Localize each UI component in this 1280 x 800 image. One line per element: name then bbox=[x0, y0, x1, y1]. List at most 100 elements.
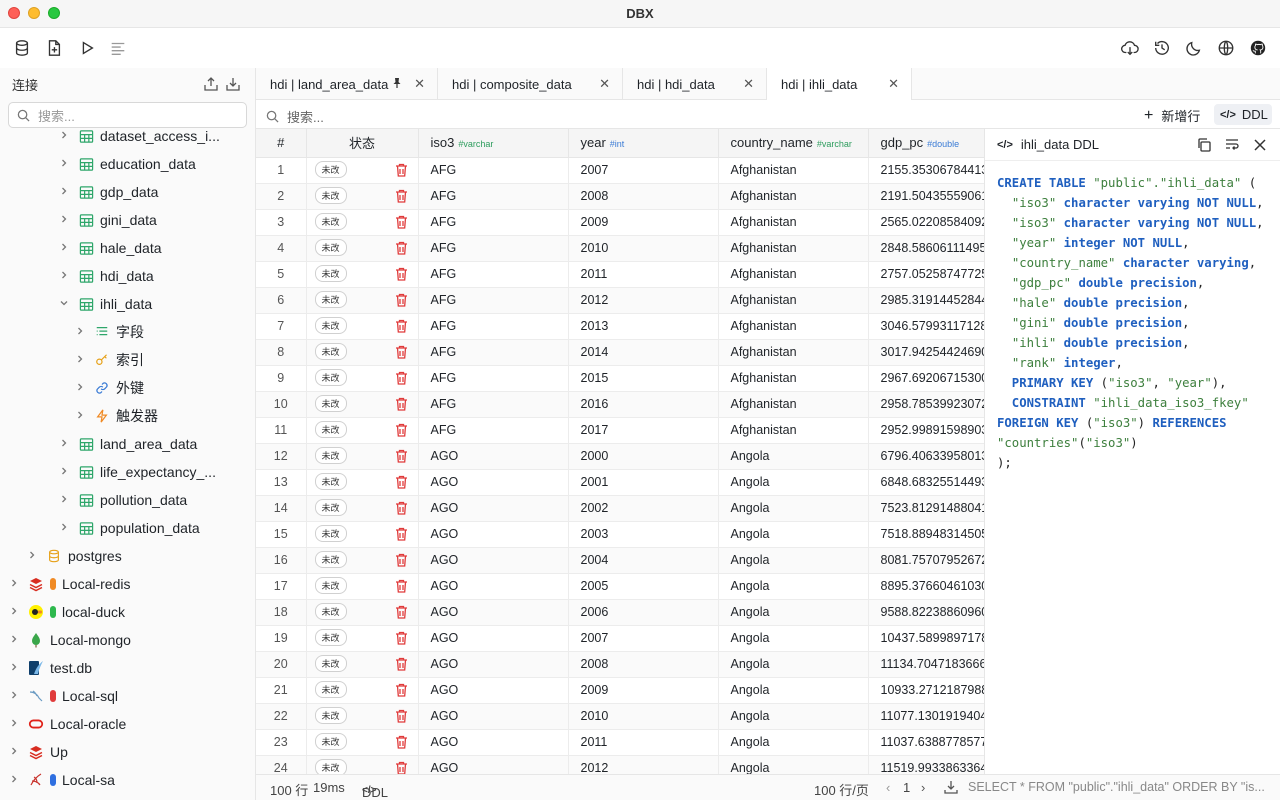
delete-row-icon[interactable] bbox=[395, 631, 408, 648]
table-cell[interactable]: 1 bbox=[256, 157, 307, 184]
table-cell[interactable]: 4 bbox=[256, 235, 307, 262]
tree-item[interactable]: Redis-stream bbox=[8, 794, 133, 800]
chevron-right-icon[interactable] bbox=[74, 354, 86, 367]
table-cell[interactable]: Angola bbox=[718, 599, 869, 626]
table-cell[interactable]: 15 bbox=[256, 521, 307, 548]
table-cell[interactable]: AFG bbox=[418, 157, 569, 184]
table-cell[interactable]: AFG bbox=[418, 313, 569, 340]
table-cell[interactable]: 2011 bbox=[568, 261, 719, 288]
table-row[interactable]: 18 未改 AGO 2006 Angola 9588.82238860960 bbox=[256, 599, 984, 626]
chevron-right-icon[interactable] bbox=[58, 214, 70, 227]
table-row[interactable]: 8 未改 AFG 2014 Afghanistan 3017.94254424690 bbox=[256, 339, 984, 366]
table-cell[interactable]: Angola bbox=[718, 443, 869, 470]
chevron-right-icon[interactable] bbox=[58, 158, 70, 171]
table-cell[interactable]: Angola bbox=[718, 521, 869, 548]
table-cell[interactable]: AGO bbox=[418, 443, 569, 470]
chevron-right-icon[interactable] bbox=[8, 774, 20, 787]
chevron-right-icon[interactable] bbox=[58, 466, 70, 479]
table-cell[interactable]: 24 bbox=[256, 755, 307, 774]
table-cell[interactable]: Angola bbox=[718, 677, 869, 704]
table-cell[interactable]: AGO bbox=[418, 495, 569, 522]
table-cell[interactable]: 19 bbox=[256, 625, 307, 652]
table-cell[interactable]: 8895.37660461030 bbox=[868, 573, 984, 600]
chevron-right-icon[interactable] bbox=[58, 242, 70, 255]
table-cell[interactable]: 未改 bbox=[306, 235, 419, 262]
table-cell[interactable]: 未改 bbox=[306, 755, 419, 774]
delete-row-icon[interactable] bbox=[395, 735, 408, 752]
table-cell[interactable]: 2004 bbox=[568, 547, 719, 574]
editor-tab[interactable]: hdi | hdi_data ✕ bbox=[623, 68, 767, 100]
delete-row-icon[interactable] bbox=[395, 657, 408, 674]
grid-search-input[interactable]: 搜索... bbox=[266, 107, 324, 126]
table-row[interactable]: 24 未改 AGO 2012 Angola 11519.9933863364 bbox=[256, 755, 984, 774]
table-cell[interactable]: Afghanistan bbox=[718, 209, 869, 236]
table-cell[interactable]: AGO bbox=[418, 755, 569, 774]
table-row[interactable]: 3 未改 AFG 2009 Afghanistan 2565.02208584092 bbox=[256, 209, 984, 236]
table-cell[interactable]: 2011 bbox=[568, 729, 719, 756]
editor-tab[interactable]: hdi | land_area_data ✕ bbox=[256, 68, 438, 100]
table-cell[interactable]: 3046.57993117128 bbox=[868, 313, 984, 340]
import-icon[interactable] bbox=[225, 76, 241, 95]
delete-row-icon[interactable] bbox=[395, 553, 408, 570]
table-row[interactable]: 12 未改 AGO 2000 Angola 6796.40633958013 bbox=[256, 443, 984, 470]
github-icon[interactable] bbox=[1248, 38, 1268, 58]
table-cell[interactable]: Afghanistan bbox=[718, 313, 869, 340]
tree-item[interactable]: Up bbox=[8, 738, 68, 766]
table-cell[interactable]: AFG bbox=[418, 235, 569, 262]
table-cell[interactable]: 2016 bbox=[568, 391, 719, 418]
table-row[interactable]: 4 未改 AFG 2010 Afghanistan 2848.58606111495 bbox=[256, 235, 984, 262]
close-tab-icon[interactable]: ✕ bbox=[414, 76, 425, 92]
delete-row-icon[interactable] bbox=[395, 501, 408, 518]
table-row[interactable]: 17 未改 AGO 2005 Angola 8895.37660461030 bbox=[256, 573, 984, 600]
table-cell[interactable]: Afghanistan bbox=[718, 287, 869, 314]
close-icon[interactable] bbox=[1252, 137, 1268, 156]
table-cell[interactable]: 2009 bbox=[568, 209, 719, 236]
tree-item[interactable]: life_expectancy_... bbox=[58, 458, 216, 486]
table-cell[interactable]: 未改 bbox=[306, 729, 419, 756]
table-cell[interactable]: Angola bbox=[718, 755, 869, 774]
table-cell[interactable]: 未改 bbox=[306, 521, 419, 548]
table-cell[interactable]: 7518.88948314505 bbox=[868, 521, 984, 548]
table-cell[interactable]: AFG bbox=[418, 183, 569, 210]
table-cell[interactable]: 11519.9933863364 bbox=[868, 755, 984, 774]
table-cell[interactable]: AFG bbox=[418, 417, 569, 444]
copy-icon[interactable] bbox=[1196, 137, 1212, 156]
table-row[interactable]: 13 未改 AGO 2001 Angola 6848.68325514493 bbox=[256, 469, 984, 496]
table-cell[interactable]: AGO bbox=[418, 521, 569, 548]
table-cell[interactable]: 未改 bbox=[306, 625, 419, 652]
table-cell[interactable]: 9588.82238860960 bbox=[868, 599, 984, 626]
table-row[interactable]: 9 未改 AFG 2015 Afghanistan 2967.69206715300 bbox=[256, 365, 984, 392]
table-cell[interactable]: 20 bbox=[256, 651, 307, 678]
table-cell[interactable]: 8081.75707952672 bbox=[868, 547, 984, 574]
table-cell[interactable]: 2848.58606111495 bbox=[868, 235, 984, 262]
chevron-right-icon[interactable] bbox=[58, 270, 70, 283]
table-cell[interactable]: 2007 bbox=[568, 157, 719, 184]
tree-item[interactable]: ihli_data bbox=[58, 290, 152, 318]
table-cell[interactable]: 5 bbox=[256, 261, 307, 288]
editor-tab[interactable]: hdi | ihli_data ✕ bbox=[767, 68, 912, 100]
tree-item[interactable]: hale_data bbox=[58, 234, 162, 262]
table-cell[interactable]: AFG bbox=[418, 365, 569, 392]
table-cell[interactable]: AFG bbox=[418, 339, 569, 366]
delete-row-icon[interactable] bbox=[395, 579, 408, 596]
chevron-right-icon[interactable] bbox=[58, 438, 70, 451]
column-header[interactable]: country_name #varchar bbox=[718, 129, 869, 158]
table-row[interactable]: 2 未改 AFG 2008 Afghanistan 2191.50435559061 bbox=[256, 183, 984, 210]
table-cell[interactable]: Afghanistan bbox=[718, 417, 869, 444]
table-cell[interactable]: Angola bbox=[718, 651, 869, 678]
tree-item[interactable]: 触发器 bbox=[74, 402, 158, 430]
table-cell[interactable]: 2005 bbox=[568, 573, 719, 600]
table-cell[interactable]: 2565.02208584092 bbox=[868, 209, 984, 236]
wrap-lines-icon[interactable] bbox=[1224, 137, 1240, 156]
table-row[interactable]: 16 未改 AGO 2004 Angola 8081.75707952672 bbox=[256, 547, 984, 574]
delete-row-icon[interactable] bbox=[395, 709, 408, 726]
table-cell[interactable]: AFG bbox=[418, 287, 569, 314]
table-cell[interactable]: 2191.50435559061 bbox=[868, 183, 984, 210]
delete-row-icon[interactable] bbox=[395, 215, 408, 232]
table-cell[interactable]: AGO bbox=[418, 703, 569, 730]
editor-tab[interactable]: hdi | composite_data ✕ bbox=[438, 68, 623, 100]
table-cell[interactable]: Angola bbox=[718, 573, 869, 600]
globe-icon[interactable] bbox=[1216, 38, 1236, 58]
table-cell[interactable]: 2003 bbox=[568, 521, 719, 548]
table-cell[interactable]: 11037.6388778577 bbox=[868, 729, 984, 756]
